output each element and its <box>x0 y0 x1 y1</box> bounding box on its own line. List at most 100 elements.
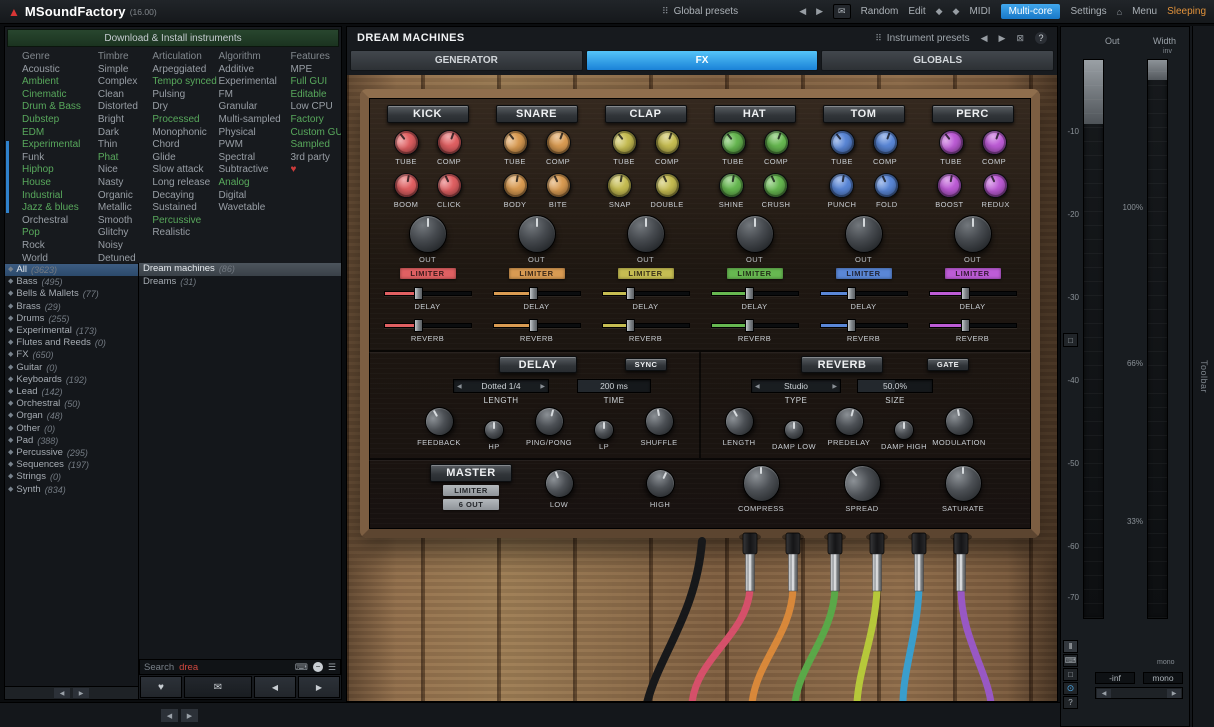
tube-knob[interactable] <box>715 125 750 160</box>
limiter-badge[interactable]: LIMITER <box>836 268 892 279</box>
dropdown-right-icon[interactable]: ▶ <box>832 383 837 390</box>
filter-item[interactable]: Smooth <box>98 215 152 228</box>
category-item[interactable]: ◆ Orchestral (50) <box>5 398 138 410</box>
category-item[interactable]: ◆ Synth (834) <box>5 484 138 496</box>
tube-knob[interactable] <box>824 125 859 160</box>
search-bar[interactable]: Search drea ⌨ − ☰ <box>139 659 341 675</box>
delay-length-dropdown[interactable]: ◀ Dotted 1/4 ▶ <box>453 379 549 393</box>
reverb-send-slider[interactable] <box>493 319 581 332</box>
filter-item[interactable]: Organic <box>98 190 152 203</box>
delay-knob[interactable] <box>419 402 459 442</box>
filter-item[interactable]: Dubstep <box>22 114 98 127</box>
param2-knob[interactable] <box>759 169 792 202</box>
bottom-scrollbar[interactable]: ◀ ▶ <box>0 702 1060 727</box>
filter-item[interactable]: Acoustic <box>22 64 98 77</box>
filter-item[interactable]: Wavetable <box>218 202 290 215</box>
delay-knob[interactable] <box>594 420 614 440</box>
reverb-title-button[interactable]: REVERB <box>801 356 883 373</box>
filter-item[interactable]: Complex <box>98 76 152 89</box>
meter-settings-button[interactable]: □ <box>1063 333 1078 347</box>
filter-item[interactable]: Spectral <box>218 152 290 165</box>
filter-item[interactable]: Detuned <box>98 253 152 264</box>
limiter-badge[interactable]: LIMITER <box>618 268 674 279</box>
instrument-prev-button[interactable]: ◀ <box>981 33 988 44</box>
menu-button[interactable]: Menu <box>1132 6 1157 17</box>
filter-item[interactable]: Factory <box>290 114 341 127</box>
param1-knob[interactable] <box>717 171 746 200</box>
filter-item[interactable]: Nice <box>98 164 152 177</box>
delay-knob[interactable] <box>484 420 504 440</box>
delay-knob[interactable] <box>642 405 676 439</box>
channel-title-button[interactable]: CLAP <box>605 105 687 123</box>
out-knob[interactable] <box>518 215 556 253</box>
filter-item[interactable]: Cinematic <box>22 89 98 102</box>
master-knob[interactable] <box>540 465 577 502</box>
midi-in-icon[interactable]: ◆ <box>936 6 943 17</box>
filter-item[interactable]: Analog <box>218 177 290 190</box>
reverb-send-slider[interactable] <box>384 319 472 332</box>
message-icon[interactable]: ✉ <box>833 4 851 19</box>
filter-item[interactable]: World <box>22 253 98 264</box>
filter-item[interactable]: Subtractive <box>218 164 290 177</box>
keyboard-icon[interactable]: ⌨ <box>295 662 308 673</box>
param2-knob[interactable] <box>541 169 574 202</box>
master-knob[interactable] <box>836 457 888 509</box>
out-knob[interactable] <box>736 215 774 253</box>
delay-send-slider[interactable] <box>602 287 690 300</box>
filter-item[interactable]: Dark <box>98 127 152 140</box>
channel-title-button[interactable]: KICK <box>387 105 469 123</box>
reverb-send-slider[interactable] <box>929 319 1017 332</box>
midi-out-icon[interactable]: ◆ <box>953 6 960 17</box>
filter-item[interactable]: Glide <box>152 152 218 165</box>
filter-item[interactable]: Custom GUI <box>290 127 341 140</box>
next-preset-button[interactable]: ▶ <box>298 676 340 698</box>
filter-item[interactable]: Glitchy <box>98 227 152 240</box>
list-view-icon[interactable]: ☰ <box>328 662 336 673</box>
scroll-left-icon[interactable]: ◀ <box>161 709 178 722</box>
param2-knob[interactable] <box>650 169 683 202</box>
filter-item[interactable]: Simple <box>98 64 152 77</box>
filter-item[interactable]: Tempo synced <box>152 76 218 89</box>
meter-scrollbar[interactable]: ◀ ▶ <box>1095 687 1183 699</box>
filter-item[interactable]: Experimental <box>22 139 98 152</box>
pause-button[interactable]: ‖ <box>1063 640 1078 653</box>
clear-search-icon[interactable]: − <box>313 662 323 672</box>
preset-result-item[interactable]: Dreams (31) <box>139 276 341 289</box>
category-item[interactable]: ◆ Strings (0) <box>5 471 138 483</box>
reverb-knob[interactable] <box>894 420 914 440</box>
category-item[interactable]: ◆ Flutes and Reeds (0) <box>5 337 138 349</box>
category-item[interactable]: ◆ Drums (255) <box>5 313 138 325</box>
filter-item[interactable]: Jazz & blues <box>22 202 98 215</box>
filter-item[interactable]: Arpeggiated <box>152 64 218 77</box>
filter-item[interactable]: Hiphop <box>22 164 98 177</box>
master-out-badge[interactable]: 6 OUT <box>443 499 499 510</box>
download-instruments-button[interactable]: Download & Install instruments <box>7 29 339 47</box>
global-presets-button[interactable]: ⠿ Global presets <box>662 6 738 17</box>
channel-title-button[interactable]: TOM <box>823 105 905 123</box>
filter-item[interactable]: Bright <box>98 114 152 127</box>
filter-item[interactable]: Decaying <box>152 190 218 203</box>
help-icon[interactable]: ? <box>1035 32 1047 44</box>
category-item[interactable]: ◆ Brass (29) <box>5 301 138 313</box>
param2-knob[interactable] <box>979 169 1012 202</box>
submit-preset-button[interactable]: ✉ <box>184 676 252 698</box>
filter-item[interactable]: Ambient <box>22 76 98 89</box>
filter-item[interactable]: Phat <box>98 152 152 165</box>
out-knob[interactable] <box>954 215 992 253</box>
filter-item[interactable]: Thin <box>98 139 152 152</box>
filter-item[interactable]: Monophonic <box>152 127 218 140</box>
out-knob[interactable] <box>845 215 883 253</box>
filter-item[interactable]: Orchestral <box>22 215 98 228</box>
out-meter-track[interactable] <box>1083 59 1104 619</box>
category-item[interactable]: ◆ Pad (388) <box>5 435 138 447</box>
tab[interactable]: FX <box>586 50 819 71</box>
limiter-badge[interactable]: LIMITER <box>400 268 456 279</box>
filter-item[interactable]: Experimental <box>218 76 290 89</box>
filter-item[interactable]: PWM <box>218 139 290 152</box>
reverb-send-slider[interactable] <box>820 319 908 332</box>
delay-send-slider[interactable] <box>711 287 799 300</box>
param1-knob[interactable] <box>828 171 857 200</box>
settings-button[interactable]: Settings <box>1070 6 1106 17</box>
master-limiter-badge[interactable]: LIMITER <box>443 485 499 496</box>
category-item[interactable]: ◆ Guitar (0) <box>5 362 138 374</box>
